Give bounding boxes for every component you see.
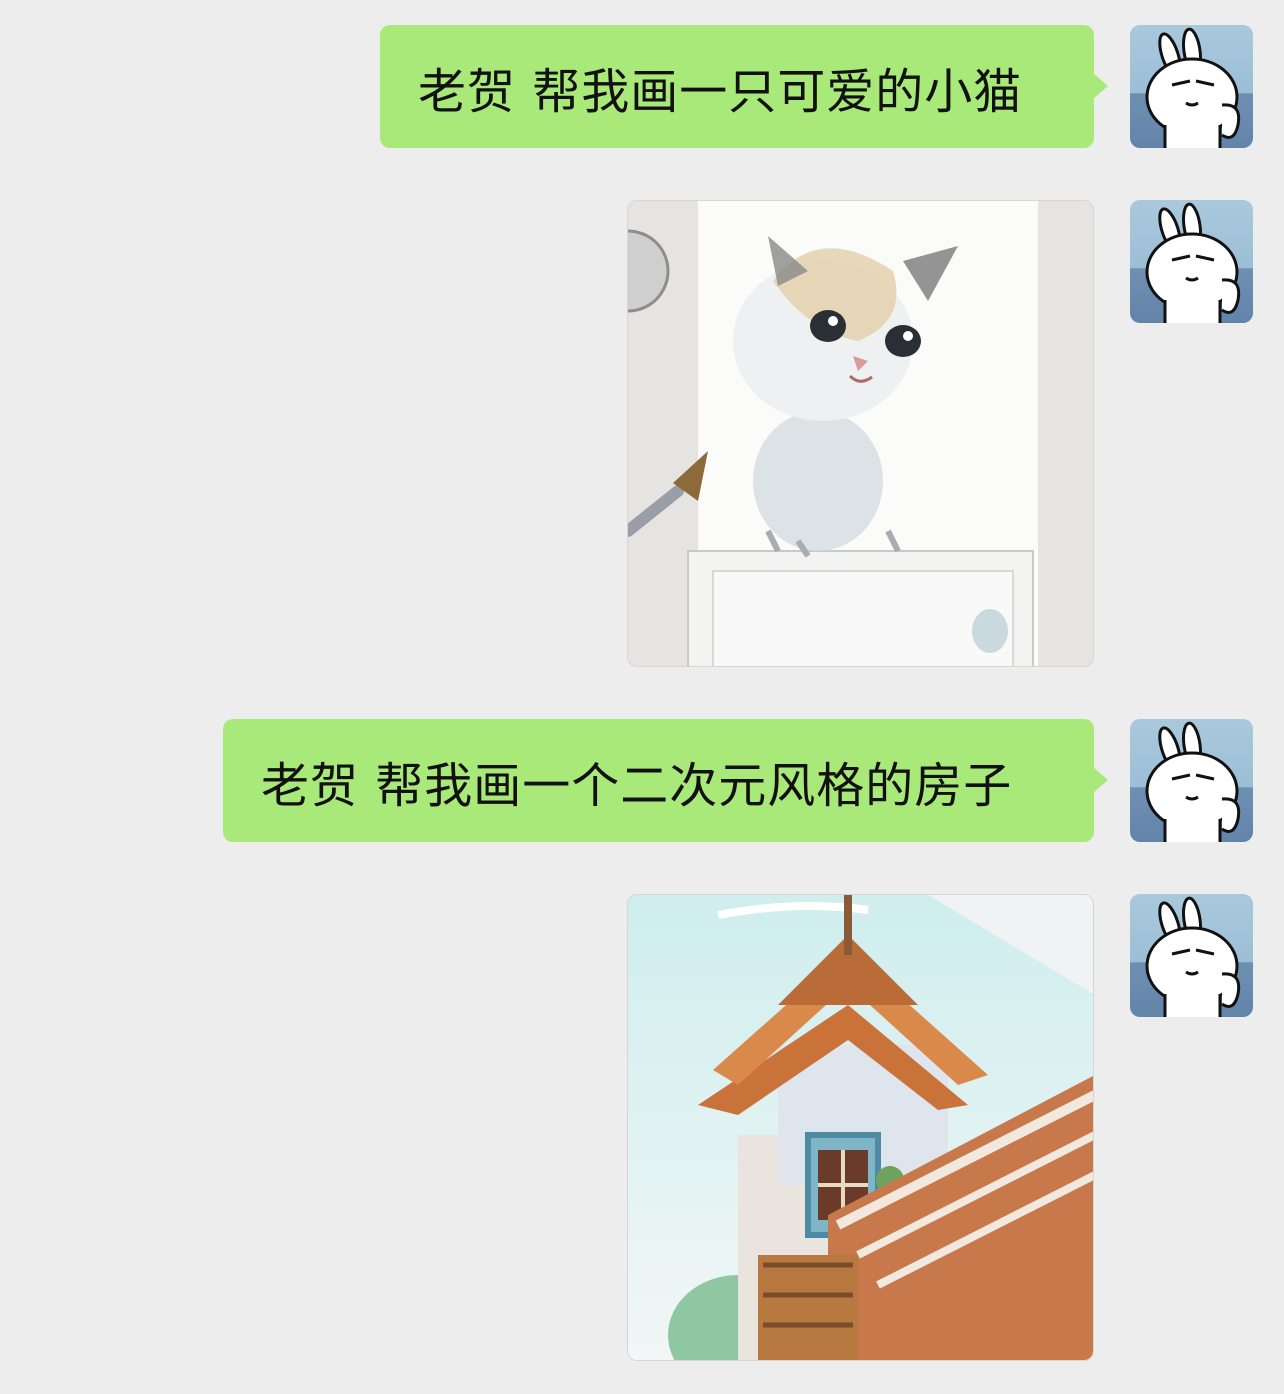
rabbit-avatar-icon	[1145, 721, 1241, 842]
user-avatar[interactable]	[1130, 200, 1253, 323]
message-text-3: 老贺 帮我画一个二次元风格的房子	[261, 757, 1013, 814]
cat-painting-image	[628, 201, 1093, 666]
user-avatar[interactable]	[1130, 719, 1253, 842]
user-avatar[interactable]	[1130, 894, 1253, 1017]
rabbit-avatar-icon	[1145, 27, 1241, 148]
user-avatar[interactable]	[1130, 25, 1253, 148]
image-message-cat[interactable]	[627, 200, 1094, 667]
message-bubble-1[interactable]: 老贺 帮我画一只可爱的小猫	[380, 25, 1108, 148]
message-text-1: 老贺 帮我画一只可爱的小猫	[418, 63, 1023, 120]
message-bubble-3[interactable]: 老贺 帮我画一个二次元风格的房子	[223, 719, 1108, 842]
rabbit-avatar-icon	[1145, 202, 1241, 323]
anime-house-image	[628, 895, 1093, 1360]
rabbit-avatar-icon	[1145, 896, 1241, 1017]
image-message-house[interactable]	[627, 894, 1094, 1361]
